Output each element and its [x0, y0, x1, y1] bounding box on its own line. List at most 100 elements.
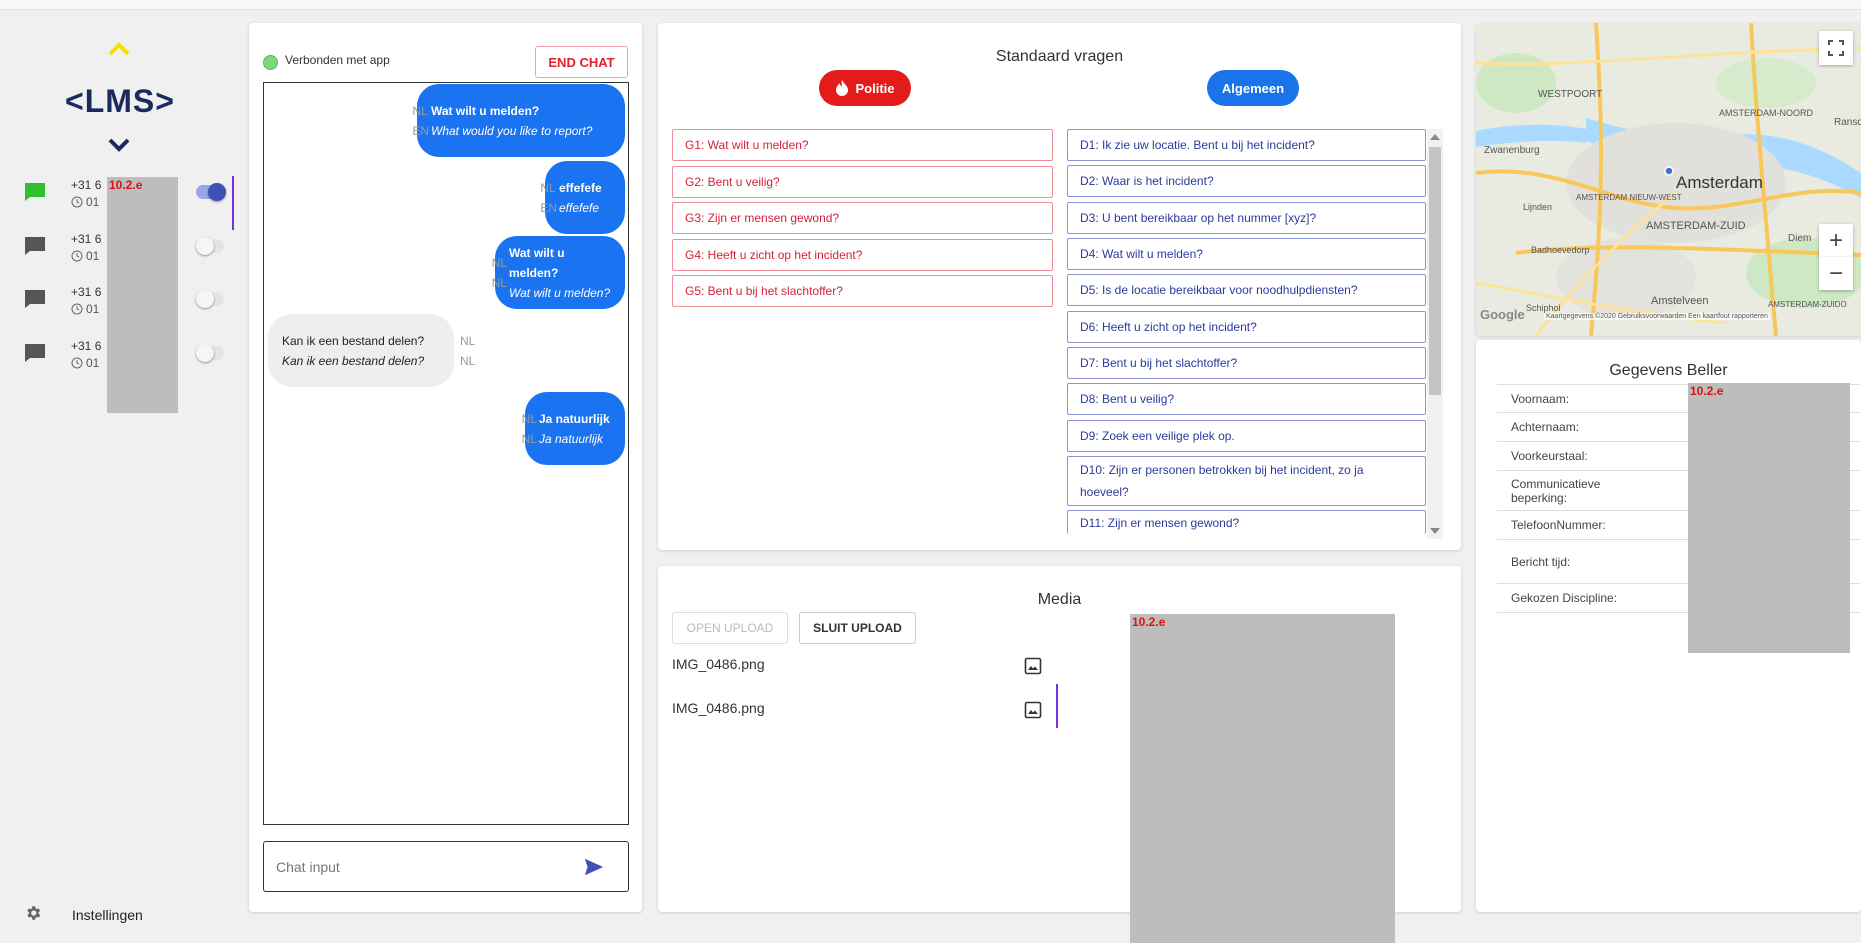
toggle-knob[interactable]: [196, 237, 214, 255]
algemeen-question[interactable]: D6: Heeft u zicht op het incident?: [1067, 311, 1426, 343]
caller-time: 01: [71, 249, 99, 263]
algemeen-question[interactable]: D9: Zoek een veilige plek op.: [1067, 420, 1426, 452]
language-code: NL: [460, 353, 476, 368]
map-label: Ransd: [1834, 117, 1861, 128]
map-label: WESTPOORT: [1538, 89, 1603, 100]
redaction-tag: 10.2.e: [1690, 384, 1724, 398]
outgoing-message: Wat wilt u melden? What would you like to…: [264, 84, 628, 157]
chat-icon: [25, 183, 45, 201]
algemeen-question[interactable]: D8: Bent u veilig?: [1067, 383, 1426, 415]
connection-status: Verbonden met app: [285, 53, 390, 67]
algemeen-question[interactable]: D2: Waar is het incident?: [1067, 165, 1426, 197]
field-label: Gekozen Discipline:: [1511, 591, 1618, 605]
caller-number: +31 6: [71, 339, 102, 353]
caller-number: +31 6: [71, 285, 102, 299]
caller-toggle[interactable]: [196, 344, 224, 362]
toggle-knob[interactable]: [196, 290, 214, 308]
map-panel[interactable]: WESTPOORT AMSTERDAM-NOORD Ransd Zwanenbu…: [1476, 23, 1861, 336]
politie-question[interactable]: G2: Bent u veilig?: [672, 165, 1053, 198]
language-code: NL: [460, 333, 476, 348]
map-label: Schiphol: [1526, 303, 1561, 313]
algemeen-question[interactable]: D10: Zijn er personen betrokken bij het …: [1067, 456, 1426, 506]
scroll-down-icon[interactable]: [1430, 528, 1440, 534]
map-city-label: Amsterdam: [1676, 173, 1763, 192]
map-attribution[interactable]: Kaartgegevens ©2020 Gebruiksvoorwaarden …: [1544, 313, 1770, 320]
field-label: Communicatieve beperking:: [1511, 476, 1601, 505]
settings-link[interactable]: Instellingen: [72, 907, 143, 923]
close-upload-button[interactable]: SLUIT UPLOAD: [799, 612, 916, 644]
politie-question[interactable]: G1: Wat wilt u melden?: [672, 129, 1053, 161]
chat-icon: [25, 290, 45, 308]
send-icon[interactable]: [582, 856, 606, 878]
algemeen-button[interactable]: Algemeen: [1207, 70, 1299, 106]
algemeen-question[interactable]: D1: Ik zie uw locatie. Bent u bij het in…: [1067, 129, 1426, 161]
field-label: Voorkeurstaal:: [1511, 449, 1588, 463]
politie-question[interactable]: G3: Zijn er mensen gewond?: [672, 202, 1053, 234]
question-scrollbar[interactable]: [1427, 129, 1443, 539]
standard-questions-panel: Standaard vragen Politie Algemeen G1: Wa…: [658, 23, 1461, 550]
image-icon[interactable]: [1024, 657, 1042, 675]
chat-input[interactable]: [276, 856, 576, 878]
algemeen-question[interactable]: D5: Is de locatie bereikbaar voor noodhu…: [1067, 274, 1426, 306]
chat-messages[interactable]: Wat wilt u melden? What would you like to…: [263, 82, 629, 825]
politie-label: Politie: [855, 80, 895, 96]
algemeen-question[interactable]: D7: Bent u bij het slachtoffer?: [1067, 347, 1426, 379]
caller-time-value: 01: [86, 356, 100, 370]
language-code: NL: [521, 431, 537, 446]
language-code: NL: [540, 180, 556, 195]
scrollbar-thumb[interactable]: [1429, 147, 1441, 395]
message-languages: NL NL: [492, 253, 507, 293]
message-text: Wat wilt u melden?: [431, 103, 540, 118]
algemeen-question[interactable]: D4: Wat wilt u melden?: [1067, 238, 1426, 270]
media-file-name[interactable]: IMG_0486.png: [672, 700, 765, 716]
message-text: Wat wilt u melden?: [509, 245, 565, 280]
politie-button[interactable]: Politie: [819, 70, 911, 106]
message-languages: NL NL: [522, 409, 537, 449]
zoom-in-button[interactable]: +: [1819, 224, 1853, 257]
algemeen-question[interactable]: D3: U bent bereikbaar op het nummer [xyz…: [1067, 202, 1426, 234]
politie-question[interactable]: G4: Heeft u zicht op het incident?: [672, 238, 1053, 271]
fullscreen-icon[interactable]: [1819, 31, 1853, 65]
clock-icon: [71, 196, 83, 208]
language-code: EN: [540, 200, 557, 215]
toggle-knob[interactable]: [196, 344, 214, 362]
language-code: NL: [491, 255, 507, 270]
toggle-knob[interactable]: [208, 183, 226, 201]
message-text: Ja natuurlijk: [539, 411, 610, 426]
chat-input-box[interactable]: [263, 841, 629, 892]
message-bubble: Kan ik een bestand delen? Kan ik een best…: [268, 314, 454, 387]
map-canvas[interactable]: [1476, 23, 1861, 336]
end-chat-button[interactable]: END CHAT: [535, 46, 628, 78]
caller-time-value: 01: [86, 249, 100, 263]
gear-icon[interactable]: [24, 904, 42, 922]
message-bubble: Ja natuurlijk Ja natuurlijk: [525, 392, 625, 465]
message-translation: effefefe: [559, 200, 600, 215]
caller-toggle[interactable]: [196, 290, 224, 308]
lms-logo: <LMS>: [65, 83, 175, 119]
image-icon[interactable]: [1024, 701, 1042, 719]
politie-question[interactable]: G5: Bent u bij het slachtoffer?: [672, 275, 1053, 307]
message-translation: Ja natuurlijk: [539, 431, 604, 446]
chevron-up-icon[interactable]: [107, 37, 131, 61]
media-file-name[interactable]: IMG_0486.png: [672, 656, 765, 672]
message-text: effefefe: [559, 180, 602, 195]
caller-toggle[interactable]: [196, 237, 224, 255]
map-label: Diem: [1788, 233, 1812, 244]
outgoing-message: Wat wilt u melden? Wat wilt u melden? NL NL: [264, 236, 628, 309]
map-label: AMSTERDAM NIEUW-WEST: [1576, 193, 1682, 202]
caller-toggle[interactable]: [196, 183, 226, 201]
open-upload-button[interactable]: OPEN UPLOAD: [672, 612, 788, 644]
caller-number: +31 6: [71, 178, 102, 192]
scroll-up-icon[interactable]: [1430, 134, 1440, 140]
zoom-out-button[interactable]: −: [1819, 257, 1853, 290]
language-code: EN: [412, 123, 429, 138]
message-translation: Kan ik een bestand delen?: [282, 353, 425, 368]
message-text: Kan ik een bestand delen?: [282, 333, 425, 348]
algemeen-question[interactable]: D11: Zijn er mensen gewond?: [1067, 510, 1426, 534]
incoming-message: Kan ik een bestand delen? Kan ik een best…: [264, 314, 628, 387]
clock-icon: [71, 250, 83, 262]
caller-time-value: 01: [86, 302, 100, 316]
chevron-down-icon[interactable]: [107, 133, 131, 157]
language-code: NL: [491, 275, 507, 290]
message-languages: NL NL: [460, 331, 475, 371]
